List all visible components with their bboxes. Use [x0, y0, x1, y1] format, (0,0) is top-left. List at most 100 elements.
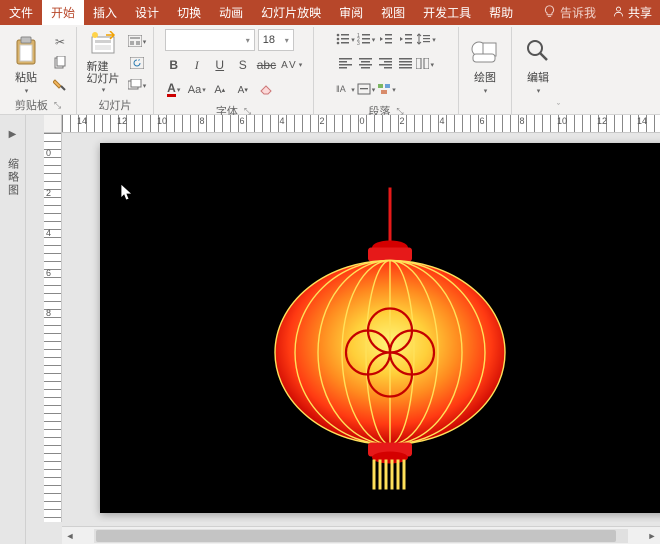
- editing-label: 编辑: [527, 69, 549, 85]
- group-slides: 新建 幻灯片 幻灯片: [77, 27, 154, 114]
- decrease-indent-button[interactable]: [377, 30, 395, 50]
- ruler-h-tick: 6: [222, 116, 262, 126]
- tab-file[interactable]: 文件: [0, 0, 42, 25]
- numbering-icon: 123: [357, 33, 371, 48]
- ruler-h-tick: 2: [302, 116, 342, 126]
- ruler-h-tick: 10: [142, 116, 182, 126]
- underline-button[interactable]: U: [211, 55, 229, 75]
- tab-animations[interactable]: 动画: [210, 0, 252, 25]
- text-direction-icon: ‖A: [336, 83, 350, 98]
- copy-icon: [53, 56, 67, 73]
- slide[interactable]: [100, 143, 660, 513]
- ruler-h-tick: 14: [62, 116, 102, 126]
- align-right-button[interactable]: [376, 55, 394, 75]
- cut-button[interactable]: ✂: [50, 33, 70, 51]
- horizontal-scrollbar[interactable]: ◄ ►: [62, 526, 660, 544]
- group-paragraph: 123 ‖A 段落⤡: [314, 27, 459, 114]
- scroll-track[interactable]: [94, 529, 628, 543]
- increase-font-button[interactable]: A▴: [211, 80, 229, 100]
- scroll-thumb[interactable]: [96, 530, 616, 542]
- scroll-right-button[interactable]: ►: [644, 527, 660, 544]
- change-case-button[interactable]: Aa: [188, 80, 206, 100]
- increase-indent-button[interactable]: [397, 30, 415, 50]
- smartart-button[interactable]: [377, 80, 396, 100]
- slide-layout-button[interactable]: [127, 33, 147, 51]
- new-slide-button[interactable]: 新建 幻灯片: [83, 29, 123, 95]
- numbering-button[interactable]: 123: [357, 30, 376, 50]
- share-icon: [612, 5, 625, 21]
- line-spacing-button[interactable]: [417, 30, 436, 50]
- bold-button[interactable]: B: [165, 55, 183, 75]
- format-painter-button[interactable]: [50, 77, 70, 95]
- tab-transitions[interactable]: 切换: [168, 0, 210, 25]
- ruler-h-tick: 6: [462, 116, 502, 126]
- mouse-cursor-icon: [120, 183, 134, 204]
- font-size-value: 18: [263, 34, 275, 46]
- ruler-vertical[interactable]: 02468: [44, 133, 62, 522]
- find-icon: [522, 35, 554, 67]
- editing-button[interactable]: 编辑: [518, 29, 558, 95]
- tab-help[interactable]: 帮助: [480, 0, 522, 25]
- slide-reset-button[interactable]: [127, 55, 147, 73]
- columns-button[interactable]: [416, 55, 434, 75]
- font-family-select[interactable]: ▾: [165, 29, 255, 51]
- align-text-button[interactable]: [357, 80, 376, 100]
- decrease-font-button[interactable]: A▾: [234, 80, 252, 100]
- clear-formatting-button[interactable]: [257, 80, 275, 100]
- clipboard-icon: [10, 35, 42, 67]
- ruler-horizontal[interactable]: 141210864202468101214: [62, 115, 660, 133]
- group-editing: 编辑 · ˇ: [512, 27, 564, 114]
- text-direction-button[interactable]: ‖A: [336, 80, 355, 100]
- drawing-button[interactable]: 绘图: [465, 29, 505, 95]
- shadow-button[interactable]: S: [234, 55, 252, 75]
- group-drawing: 绘图 ·: [459, 27, 512, 114]
- tab-design[interactable]: 设计: [126, 0, 168, 25]
- group-slides-label: 幻灯片: [99, 97, 132, 113]
- align-right-icon: [379, 58, 392, 72]
- tab-review[interactable]: 审阅: [330, 0, 372, 25]
- smartart-icon: [377, 83, 391, 98]
- tab-developer[interactable]: 开发工具: [414, 0, 480, 25]
- tell-me[interactable]: 告诉我: [535, 4, 604, 21]
- clipboard-launcher[interactable]: ⤡: [54, 100, 61, 111]
- tell-me-label: 告诉我: [560, 4, 596, 21]
- new-slide-label: 新建 幻灯片: [87, 61, 120, 85]
- bullets-button[interactable]: [336, 30, 355, 50]
- font-size-select[interactable]: 18▾: [258, 29, 294, 51]
- tab-slideshow[interactable]: 幻灯片放映: [252, 0, 330, 25]
- font-color-button[interactable]: A: [165, 80, 183, 100]
- slide-editor: 141210864202468101214 02468: [26, 115, 660, 544]
- rail-expand-button[interactable]: ▶: [9, 129, 17, 140]
- layout-icon: [128, 35, 142, 50]
- lantern-shape[interactable]: [260, 188, 520, 513]
- svg-text:3: 3: [357, 41, 360, 45]
- char-spacing-button[interactable]: AV: [281, 55, 302, 75]
- tab-home[interactable]: 开始: [42, 0, 84, 25]
- ruler-h-tick: 10: [542, 116, 582, 126]
- ruler-v-tick: 8: [46, 293, 51, 333]
- justify-icon: [399, 58, 412, 72]
- slide-section-button[interactable]: [127, 77, 147, 95]
- canvas-area[interactable]: [62, 133, 660, 522]
- group-clipboard-label: 剪贴板: [15, 97, 48, 113]
- paste-button[interactable]: 粘贴: [6, 29, 46, 95]
- ruler-v-tick: 6: [46, 253, 51, 293]
- bullets-icon: [336, 33, 350, 48]
- italic-button[interactable]: I: [188, 55, 206, 75]
- copy-button[interactable]: [50, 55, 70, 73]
- tab-view[interactable]: 视图: [372, 0, 414, 25]
- columns-icon: [416, 58, 429, 72]
- eraser-icon: [259, 83, 273, 98]
- ruler-h-tick: 4: [262, 116, 302, 126]
- scroll-left-button[interactable]: ◄: [62, 527, 78, 544]
- line-spacing-icon: [417, 33, 431, 48]
- tab-insert[interactable]: 插入: [84, 0, 126, 25]
- align-center-button[interactable]: [356, 55, 374, 75]
- justify-button[interactable]: [396, 55, 414, 75]
- strikethrough-button[interactable]: abc: [257, 55, 276, 75]
- align-left-button[interactable]: [336, 55, 354, 75]
- drawing-label: 绘图: [474, 69, 496, 85]
- share-button[interactable]: 共享: [604, 4, 660, 21]
- ribbon-collapse-button[interactable]: ˇ: [557, 102, 560, 112]
- ruler-v-tick: 4: [46, 213, 51, 253]
